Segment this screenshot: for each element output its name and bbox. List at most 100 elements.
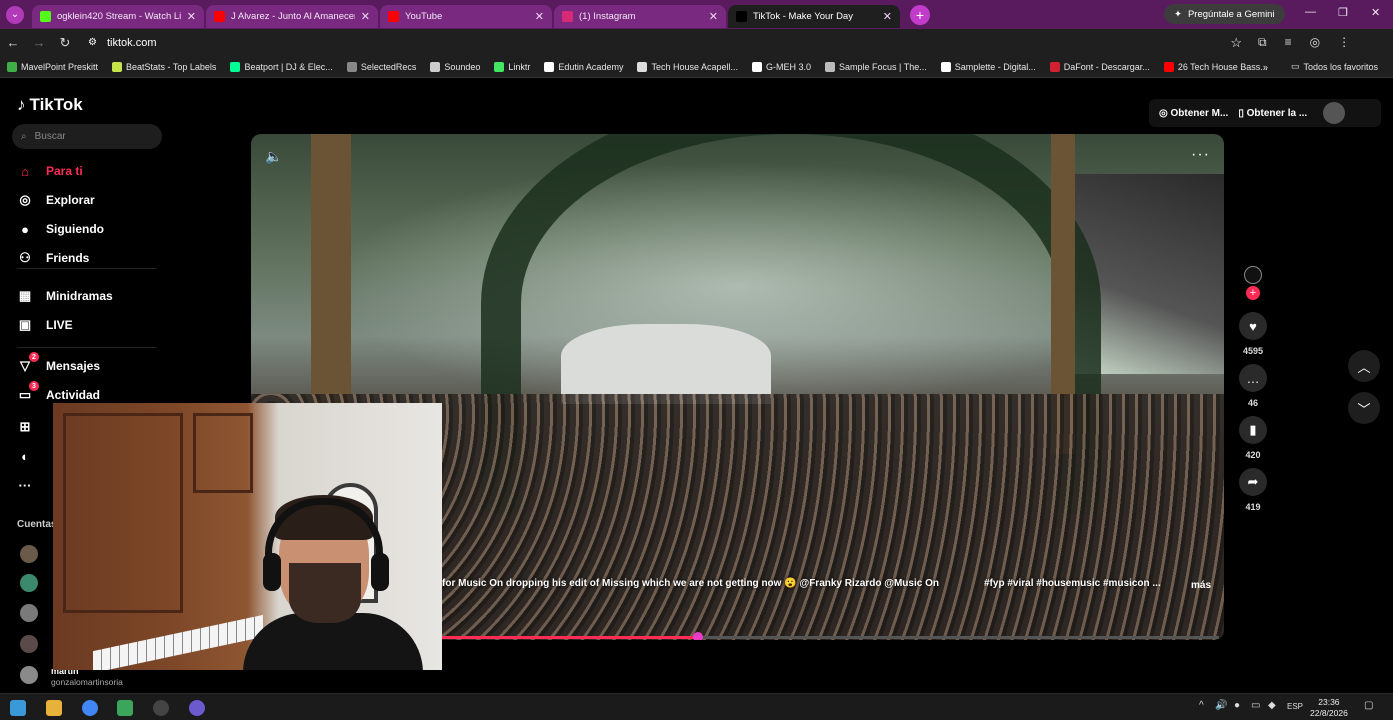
sidebar-item-upload[interactable]: ⊞ [17, 419, 33, 435]
media-icon[interactable]: ≡ [1285, 35, 1292, 50]
bookmark-item[interactable]: Samplette - Digital... [934, 61, 1043, 72]
security-icon[interactable]: ◆ [1268, 700, 1276, 711]
account-avatar[interactable] [20, 574, 38, 592]
sidebar-item-siguiendo[interactable]: ● Siguiendo [17, 221, 104, 237]
tiktok-logo[interactable]: ♪ TikTok [17, 95, 83, 115]
bookmark-item[interactable]: MavelPoint Preskitt [0, 61, 105, 72]
gemini-icon: ✦ [1174, 8, 1182, 20]
bookmark-favicon-icon [752, 61, 763, 72]
sidebar-item-live[interactable]: ▣ LIVE [17, 317, 73, 333]
follow-plus-icon[interactable]: + [1246, 286, 1260, 300]
bookmark-item[interactable]: Linktr [487, 61, 537, 72]
account-avatar[interactable] [20, 545, 38, 563]
account-avatar[interactable] [20, 635, 38, 653]
network-icon[interactable]: ▭ [1251, 700, 1260, 711]
file-explorer-icon[interactable] [46, 700, 62, 716]
progress-handle[interactable] [692, 632, 703, 640]
bookmark-star-icon[interactable]: ☆ [1230, 35, 1242, 51]
sidebar-item-mensajes[interactable]: ▽ 2 Mensajes [17, 352, 100, 374]
following-avatar-icon: ● [21, 221, 29, 237]
app-icon[interactable] [117, 700, 133, 716]
windows-start-icon[interactable] [10, 700, 26, 716]
clock[interactable]: 23:36 22/8/2026 [1310, 697, 1348, 719]
reload-icon[interactable]: ↻ [52, 35, 78, 51]
browser-tab[interactable]: J Alvarez - Junto Al Amanecer (✕ [206, 5, 378, 28]
bookmark-item[interactable]: DaFont - Descargar... [1043, 61, 1157, 72]
all-bookmarks[interactable]: ▭ Todos los favoritos [1284, 61, 1385, 72]
profile-icon[interactable]: ◎ [1310, 35, 1320, 50]
avatar[interactable] [1323, 102, 1346, 124]
sidebar-item-profile[interactable]: ◐ [17, 448, 33, 464]
extensions-icon[interactable]: ⧉ [1258, 35, 1267, 50]
more-options-icon[interactable]: ··· [1191, 146, 1210, 164]
sidebar-item-more[interactable]: ··· [17, 477, 33, 493]
bookmark-item[interactable]: G-MEH 3.0 [745, 61, 818, 72]
restore-icon[interactable]: ❐ [1338, 6, 1348, 19]
bookmark-item[interactable]: Edutin Academy [537, 61, 630, 72]
tray-chevron-icon[interactable]: ^ [1199, 700, 1204, 711]
address-bar[interactable]: ⚙ tiktok.com ☆ [84, 31, 1254, 54]
share-button[interactable]: ➦ 419 [1237, 468, 1269, 512]
browser-tab[interactable]: ogklein420 Stream - Watch Live ✕ [32, 5, 204, 28]
get-app-button[interactable]: ▯ Obtener la ... [1238, 108, 1307, 119]
get-coins-button[interactable]: ◎ Obtener M... [1159, 108, 1228, 119]
menu-icon[interactable]: ⋮ [1338, 35, 1350, 50]
app-icon[interactable] [189, 700, 205, 716]
previous-video-button[interactable]: ︿ [1348, 350, 1380, 382]
save-button[interactable]: ▮ 420 [1237, 416, 1269, 460]
app-icon[interactable] [153, 700, 169, 716]
sidebar-item-label: Explorar [46, 193, 95, 207]
close-tab-icon[interactable]: ✕ [361, 10, 370, 23]
close-tab-icon[interactable]: ✕ [883, 10, 892, 23]
volume-icon[interactable]: 🔈 [265, 148, 282, 165]
bookmark-item[interactable]: SelectedRecs [340, 61, 424, 72]
gemini-button[interactable]: ✦ Pregúntale a Gemini [1164, 4, 1285, 24]
language-indicator[interactable]: ESP [1287, 702, 1303, 711]
bookmark-item[interactable]: BeatStats - Top Labels [105, 61, 223, 72]
back-icon[interactable]: ← [0, 35, 26, 50]
close-tab-icon[interactable]: ✕ [535, 10, 544, 23]
mic-icon[interactable]: ● [1234, 700, 1240, 711]
video-progress-bar[interactable] [441, 632, 1219, 640]
caption-more-link[interactable]: más [1191, 580, 1211, 591]
more-bookmarks-icon[interactable]: » [1263, 62, 1268, 72]
sidebar-item-minidramas[interactable]: ▦ Minidramas [17, 288, 113, 304]
bookmark-item[interactable]: Beatport | DJ & Elec... [223, 61, 339, 72]
new-tab-button[interactable]: + [910, 4, 930, 25]
sidebar-item-para-ti[interactable]: ⌂ Para ti [17, 163, 83, 179]
tab-search-icon[interactable]: ⌄ [6, 5, 24, 24]
speaker-icon[interactable]: 🔊 [1215, 700, 1227, 711]
close-tab-icon[interactable]: ✕ [709, 10, 718, 23]
sidebar-item-actividad[interactable]: ▭ 3 Actividad [17, 381, 100, 403]
bookmark-item[interactable]: Soundeo [423, 61, 487, 72]
comment-button[interactable]: … 46 [1237, 364, 1269, 408]
search-input[interactable]: ⌕ Buscar [12, 124, 162, 149]
bookmark-icon: ▮ [1239, 416, 1267, 444]
next-video-button[interactable]: ﹀ [1348, 392, 1380, 424]
bookmark-label: Edutin Academy [558, 61, 624, 72]
creator-avatar[interactable] [1244, 266, 1262, 284]
site-info-icon[interactable]: ⚙ [88, 37, 97, 48]
bookmark-item[interactable]: 26 Tech House Bass... [1157, 61, 1275, 72]
chrome-icon[interactable] [82, 700, 98, 716]
account-handle: gonzalomartinsoria [51, 677, 123, 687]
browser-tab[interactable]: (1) Instagram ✕ [554, 5, 726, 28]
browser-tab[interactable]: TikTok - Make Your Day ✕ [728, 5, 900, 28]
search-placeholder: Buscar [34, 131, 66, 142]
address-text: tiktok.com [106, 36, 157, 49]
bookmark-item[interactable]: Tech House Acapell... [630, 61, 745, 72]
video-hashtags[interactable]: #fyp #viral #housemusic #musicon ... [984, 578, 1161, 589]
minimize-icon[interactable]: — [1305, 6, 1316, 18]
account-avatar[interactable] [20, 604, 38, 622]
notifications-icon[interactable]: ▢ [1364, 700, 1373, 711]
close-tab-icon[interactable]: ✕ [187, 10, 196, 23]
like-button[interactable]: ♥ 4595 [1237, 312, 1269, 356]
sidebar-item-explorar[interactable]: ◎ Explorar [17, 192, 95, 208]
browser-tab[interactable]: YouTube ✕ [380, 5, 552, 28]
forward-icon[interactable]: → [26, 35, 52, 50]
sidebar-item-friends[interactable]: ⚇ Friends [17, 250, 89, 266]
account-avatar[interactable] [20, 666, 38, 684]
close-window-icon[interactable]: ✕ [1371, 6, 1380, 19]
folder-icon: ▭ [1290, 61, 1300, 71]
bookmark-item[interactable]: Sample Focus | The... [818, 61, 934, 72]
